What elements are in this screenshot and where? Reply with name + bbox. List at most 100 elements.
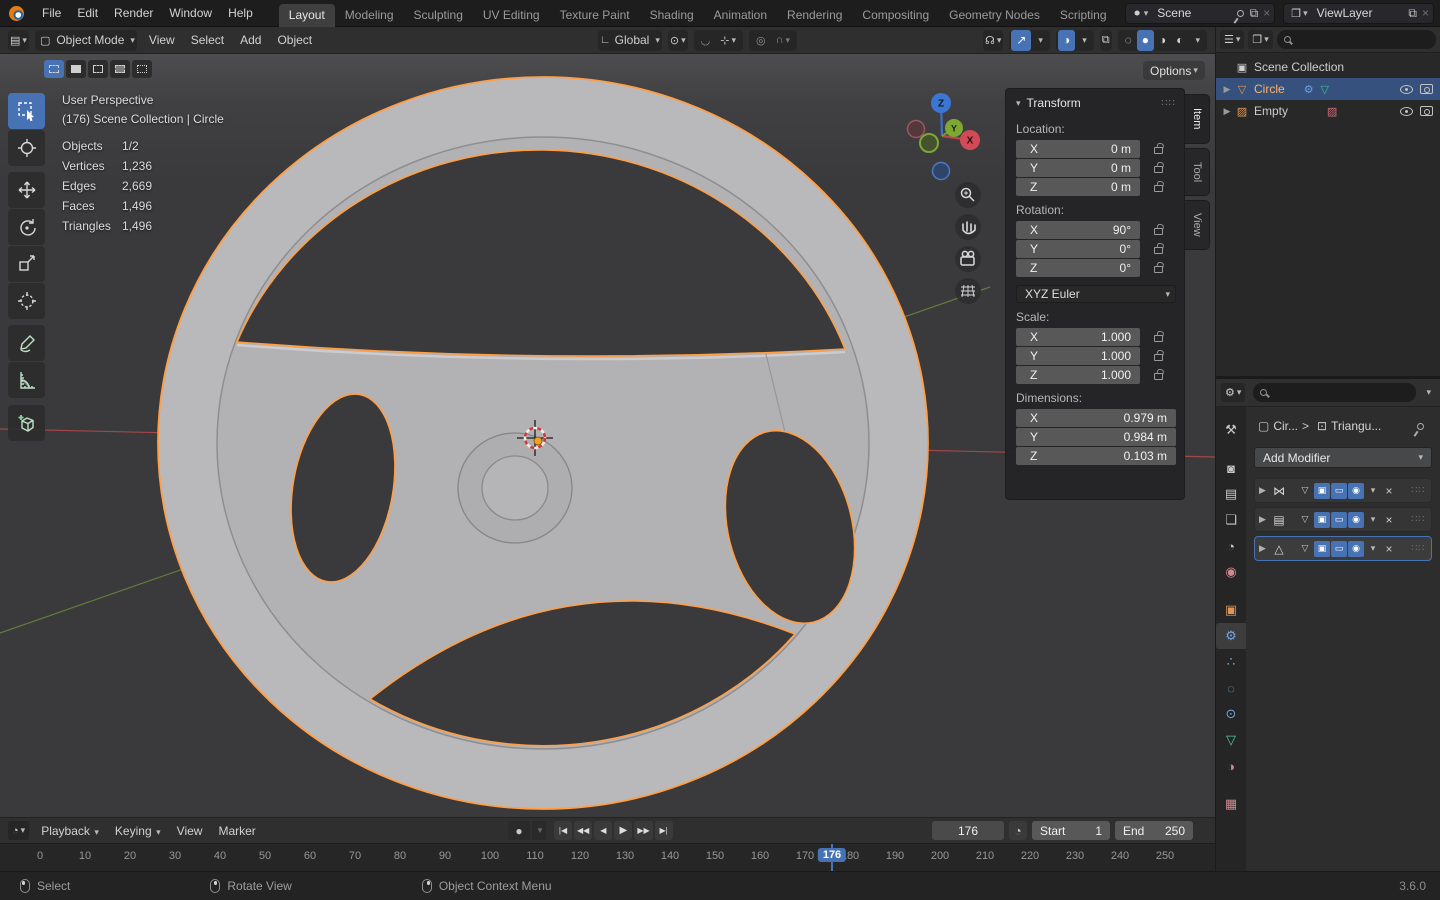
app-menu-file[interactable]: File [34, 2, 69, 24]
viewlayer-browse-icon[interactable]: ❐▾ [1288, 7, 1310, 20]
properties-tab-physics[interactable]: ◌ [1216, 675, 1246, 701]
auto-keying-button[interactable]: ● [508, 821, 530, 840]
properties-tab-particles[interactable]: ∴ [1216, 649, 1246, 675]
outliner-search-input[interactable] [1277, 30, 1436, 49]
gizmo-dropdown[interactable]: ▾ [1031, 30, 1048, 51]
lock-icon[interactable] [1154, 166, 1163, 173]
lock-icon[interactable] [1154, 147, 1163, 154]
scene-name[interactable]: Scene [1151, 6, 1221, 20]
display-on-cage-toggle[interactable]: ▽ [1297, 541, 1313, 557]
properties-tab-texture[interactable]: ▦ [1216, 791, 1246, 817]
blender-logo-icon[interactable] [9, 6, 24, 21]
editor-type-button[interactable]: ▤▾ [8, 30, 29, 51]
jump-to-start-button[interactable]: |◀ [554, 821, 572, 840]
app-menu-render[interactable]: Render [106, 2, 161, 24]
new-viewlayer-icon[interactable]: ⧉ [1408, 6, 1417, 21]
expand-icon[interactable]: ▶ [1220, 106, 1234, 117]
properties-tab-constraints[interactable]: ⊙ [1216, 701, 1246, 727]
current-frame-field[interactable]: 176 [932, 821, 1004, 840]
dimensions-y-field[interactable]: Y0.984 m [1016, 428, 1176, 446]
display-edit-mode-toggle[interactable]: ▣ [1314, 483, 1330, 499]
display-realtime-toggle[interactable]: ▭ [1331, 512, 1347, 528]
axis-negative-y[interactable] [920, 134, 938, 152]
shading-wireframe-button[interactable]: ◌ [1120, 30, 1137, 51]
tool-add-cube[interactable] [8, 405, 45, 441]
modifier-row-mirror[interactable]: ▶⋈▽▣▭◉▾×∷∷ [1254, 478, 1432, 503]
shading-material-button[interactable]: ◑ [1154, 30, 1171, 51]
rotation-x-field[interactable]: X90° [1016, 221, 1140, 239]
workspace-tab-animation[interactable]: Animation [704, 4, 777, 27]
dimensions-z-field[interactable]: Z0.103 m [1016, 447, 1176, 465]
outliner-display-mode-button[interactable]: ❐▾ [1248, 30, 1272, 49]
timeline-ruler[interactable]: 0102030405060708090100110120130140150160… [0, 843, 1215, 871]
workspace-tab-shading[interactable]: Shading [640, 4, 704, 27]
timeline-menu-keying[interactable]: Keying ▾ [107, 820, 169, 842]
use-preview-range-icon[interactable]: ◔ [1009, 821, 1027, 840]
show-object-types[interactable]: ☊▾ [983, 30, 1003, 51]
properties-tab-output[interactable]: ▤ [1216, 481, 1246, 507]
mode-selector[interactable]: ▢ Object Mode ▾ [35, 30, 137, 51]
display-on-cage-toggle[interactable]: ▽ [1297, 483, 1313, 499]
rotation-order-dropdown[interactable]: XYZ Euler▾ [1016, 285, 1176, 303]
outliner-row-empty[interactable]: ▶ ▨ Empty ▨ [1216, 100, 1440, 122]
location-x-field[interactable]: X0 m [1016, 140, 1140, 158]
rotation-z-field[interactable]: Z0° [1016, 259, 1140, 277]
expand-icon[interactable]: ▶ [1259, 514, 1271, 525]
tool-cursor[interactable] [8, 130, 45, 166]
jump-to-end-button[interactable]: ▶| [655, 821, 673, 840]
lock-icon[interactable] [1154, 185, 1163, 192]
viewlayer-name[interactable]: ViewLayer [1311, 6, 1381, 20]
next-keyframe-button[interactable]: ▶▶ [634, 821, 652, 840]
3d-viewport[interactable]: Z Y X [0, 54, 1215, 817]
select-mode-intersect[interactable] [132, 60, 152, 78]
expand-icon[interactable]: ▶ [1259, 485, 1271, 496]
outliner-row-circle[interactable]: ▶ ▽ Circle ⚙ ▽ [1216, 78, 1440, 100]
app-menu-edit[interactable]: Edit [69, 2, 106, 24]
drag-handle-icon[interactable]: ∷∷ [1411, 485, 1425, 496]
lock-icon[interactable] [1154, 335, 1163, 342]
display-on-cage-toggle[interactable]: ▽ [1297, 512, 1313, 528]
workspace-tab-rendering[interactable]: Rendering [777, 4, 852, 27]
properties-tab-object[interactable]: ▣ [1216, 597, 1246, 623]
frame-end-field[interactable]: End250 [1115, 821, 1193, 840]
timeline-menu-playback[interactable]: Playback ▾ [33, 820, 107, 842]
workspace-tab-compositing[interactable]: Compositing [852, 4, 939, 27]
breadcrumb-object[interactable]: Cir... [1273, 419, 1298, 433]
workspace-tab-texture-paint[interactable]: Texture Paint [550, 4, 640, 27]
scene-browse-icon[interactable]: ⚫▾ [1130, 7, 1152, 20]
disable-in-render-icon[interactable] [1420, 84, 1433, 94]
select-mode-subtract[interactable] [88, 60, 108, 78]
object-name[interactable]: Circle [1254, 82, 1285, 96]
drag-handle-icon[interactable]: ∷∷ [1411, 543, 1425, 554]
scale-x-field[interactable]: X1.000 [1016, 328, 1140, 346]
select-mode-new[interactable] [44, 60, 64, 78]
proportional-toggle[interactable]: ◎ [751, 30, 771, 51]
lock-icon[interactable] [1154, 266, 1163, 273]
display-render-toggle[interactable]: ◉ [1348, 541, 1364, 557]
select-mode-invert[interactable] [110, 60, 130, 78]
delete-modifier-icon[interactable]: × [1382, 542, 1396, 556]
grid-toggle-button[interactable] [955, 278, 981, 304]
transform-orientation[interactable]: ∟ Global ▾ [598, 30, 662, 51]
properties-tab-view-layer[interactable]: ❏ [1216, 507, 1246, 533]
app-menu-window[interactable]: Window [161, 2, 220, 24]
workspace-tab-uv-editing[interactable]: UV Editing [473, 4, 550, 27]
timeline-editor-type-button[interactable]: ◔▾ [8, 821, 29, 840]
properties-editor-type-button[interactable]: ⚙▾ [1221, 383, 1245, 402]
expand-icon[interactable]: ▶ [1259, 543, 1271, 554]
xray-toggle[interactable]: ⧉ [1100, 30, 1112, 51]
select-mode-extend[interactable] [66, 60, 86, 78]
remove-viewlayer-icon[interactable]: × [1422, 6, 1429, 20]
tool-annotate[interactable] [8, 325, 45, 361]
outliner-row-scene-collection[interactable]: ▣ Scene Collection [1216, 56, 1440, 78]
modifier-extras-icon[interactable]: ▾ [1366, 514, 1380, 525]
workspace-tab-scripting[interactable]: Scripting [1050, 4, 1117, 27]
timeline-menu-marker[interactable]: Marker [210, 820, 263, 842]
frame-start-field[interactable]: Start1 [1032, 821, 1110, 840]
hide-in-viewport-icon[interactable] [1400, 85, 1413, 94]
properties-options-icon[interactable]: ▾ [1422, 387, 1435, 398]
location-z-field[interactable]: Z0 m [1016, 178, 1140, 196]
workspace-tab-sculpting[interactable]: Sculpting [404, 4, 473, 27]
axis-negative-x[interactable] [908, 121, 925, 138]
npanel-tab-view[interactable]: View [1185, 200, 1210, 250]
